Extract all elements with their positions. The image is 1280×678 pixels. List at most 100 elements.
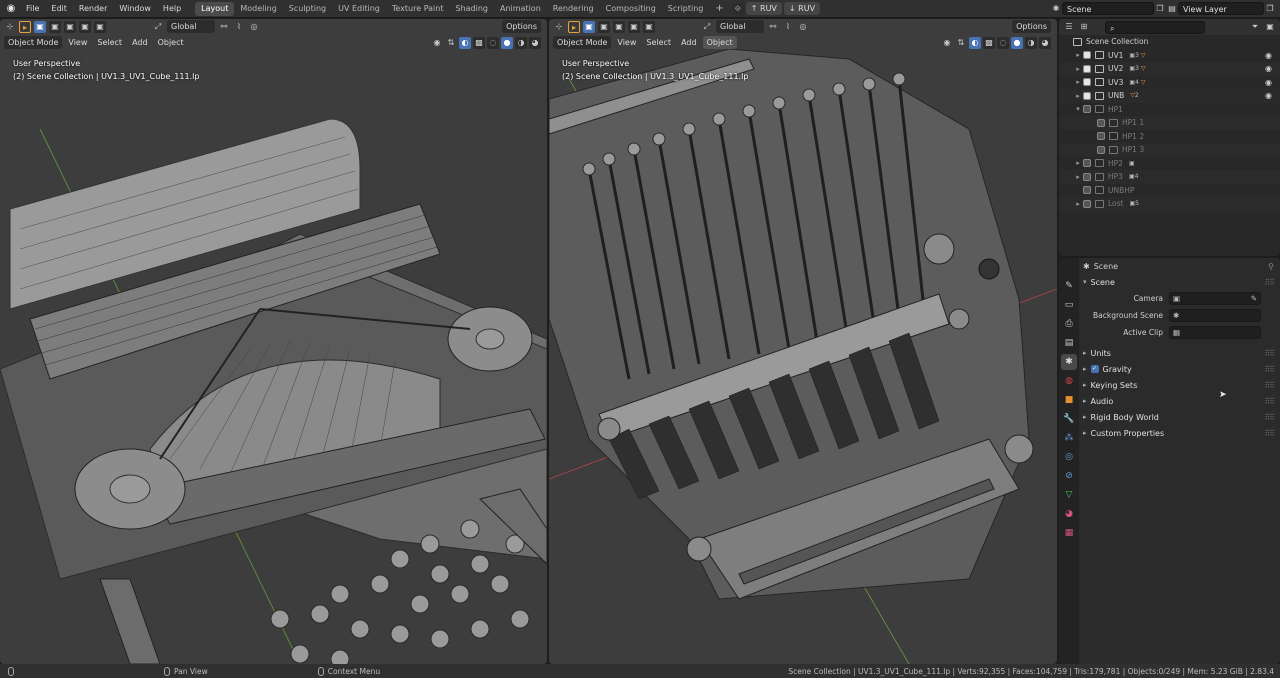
outliner-row-lost[interactable]: ▸ Lost ▣5 — [1059, 197, 1280, 211]
overlays-icon[interactable]: ◐ — [969, 36, 981, 49]
scene-selector[interactable]: Scene — [1062, 2, 1154, 15]
select-menu[interactable]: Select — [642, 36, 675, 49]
mode-dropdown[interactable]: Object Mode — [553, 36, 612, 49]
render-tab-icon[interactable]: ▭ — [1061, 297, 1077, 313]
exclude-checkbox[interactable] — [1097, 145, 1105, 154]
view-layer-icon[interactable]: ▤ — [1166, 3, 1178, 15]
pivot-icon[interactable]: ⚯ — [767, 21, 779, 33]
exclude-checkbox[interactable] — [1083, 64, 1091, 73]
expand-icon[interactable]: ▸ — [1073, 51, 1083, 59]
view-layer-tab-icon[interactable]: ▤ — [1061, 335, 1077, 351]
object-menu[interactable]: Object — [702, 36, 737, 49]
exclude-checkbox[interactable] — [1083, 199, 1091, 208]
gravity-checkbox[interactable]: ✓ — [1090, 365, 1099, 373]
active-clip-field[interactable]: ▦ — [1169, 326, 1261, 339]
overlays-icon[interactable]: ◐ — [459, 36, 471, 49]
wireframe-shading-icon[interactable]: ◌ — [997, 36, 1009, 49]
material-tab-icon[interactable]: ◕ — [1061, 506, 1077, 522]
exclude-checkbox[interactable] — [1083, 172, 1091, 181]
editor-type-icon[interactable]: ⊹ — [4, 21, 16, 33]
transform-orientation-dropdown[interactable]: Global — [716, 20, 764, 33]
select-tool-icon[interactable]: ▸ — [568, 20, 580, 33]
tab-layout[interactable]: Layout — [195, 1, 235, 16]
visibility-icon[interactable]: ◉ — [431, 37, 443, 49]
exclude-checkbox[interactable] — [1097, 118, 1105, 127]
drag-handle-icon[interactable]: ⠿⠿ — [1264, 413, 1275, 422]
gizmo-icon[interactable]: ⇅ — [445, 37, 457, 49]
add-menu[interactable]: Add — [677, 36, 701, 49]
select-intersect-icon[interactable]: ▣ — [94, 20, 106, 33]
tab-shading[interactable]: Shading — [449, 2, 494, 16]
scene-panel-header[interactable]: ▾ Scene ⠿⠿ — [1079, 274, 1280, 290]
mode-dropdown[interactable]: Object Mode — [4, 36, 63, 49]
world-tab-icon[interactable]: ◍ — [1061, 373, 1077, 389]
exclude-checkbox[interactable] — [1097, 132, 1105, 141]
audio-panel-header[interactable]: ▸ Audio ⠿⠿ — [1079, 393, 1280, 409]
new-collection-icon[interactable]: ▣ — [1264, 21, 1276, 33]
rigid-body-world-panel-header[interactable]: ▸ Rigid Body World ⠿⠿ — [1079, 409, 1280, 425]
add-workspace-button[interactable]: + — [709, 2, 729, 16]
outliner-row-uv2[interactable]: ▸ UV2 ▣3 ▽ ◉ — [1059, 62, 1280, 76]
tab-sculpting[interactable]: Sculpting — [283, 2, 332, 16]
copy-layer-icon[interactable]: ❐ — [1264, 3, 1276, 15]
transform-orientation-dropdown[interactable]: Global — [167, 20, 215, 33]
proportional-edit-icon[interactable]: ◎ — [797, 21, 809, 33]
options-dropdown[interactable]: Options — [1012, 20, 1051, 33]
tool-tab-icon[interactable]: ✎ — [1061, 278, 1077, 294]
outliner-row-uv3[interactable]: ▸ UV3 ▣4 ▽ ◉ — [1059, 76, 1280, 90]
units-panel-header[interactable]: ▸ Units ⠿⠿ — [1079, 345, 1280, 361]
select-tool-icon[interactable]: ▸ — [19, 20, 31, 33]
particles-tab-icon[interactable]: ⁂ — [1061, 430, 1077, 446]
menu-file[interactable]: File — [20, 0, 45, 18]
select-subtract-icon[interactable]: ▣ — [613, 20, 625, 33]
outliner-row-hp1-2[interactable]: HP1 2 — [1059, 130, 1280, 144]
select-subtract-icon[interactable]: ▣ — [64, 20, 76, 33]
scene-icon[interactable]: ✱ — [1050, 3, 1062, 15]
constraints-tab-icon[interactable]: ⊘ — [1061, 468, 1077, 484]
exclude-checkbox[interactable] — [1083, 78, 1091, 87]
exclude-checkbox[interactable] — [1083, 186, 1091, 195]
tab-uv-editing[interactable]: UV Editing — [332, 2, 386, 16]
eye-icon[interactable]: ◉ — [1265, 78, 1272, 87]
xray-icon[interactable]: ▩ — [473, 36, 485, 49]
exclude-checkbox[interactable] — [1083, 159, 1091, 168]
gravity-panel-header[interactable]: ▸ ✓ Gravity ⠿⠿ — [1079, 361, 1280, 377]
menu-render[interactable]: Render — [73, 0, 113, 18]
outliner-row-hp1[interactable]: ▾ HP1 — [1059, 103, 1280, 117]
outliner-root[interactable]: Scene Collection — [1059, 35, 1280, 49]
expand-icon[interactable]: ▸ — [1073, 173, 1083, 181]
drag-handle-icon[interactable]: ⠿⠿ — [1264, 397, 1275, 406]
blender-logo-icon[interactable]: ◉ — [2, 1, 20, 17]
select-menu[interactable]: Select — [93, 36, 126, 49]
drag-handle-icon[interactable]: ⠿⠿ — [1264, 278, 1275, 287]
visibility-icon[interactable]: ◉ — [941, 37, 953, 49]
select-invert-icon[interactable]: ▣ — [628, 20, 640, 33]
drag-handle-icon[interactable]: ⠿⠿ — [1264, 381, 1275, 390]
pivot-icon[interactable]: ⚯ — [218, 21, 230, 33]
exclude-checkbox[interactable] — [1083, 51, 1091, 60]
wireframe-shading-icon[interactable]: ◌ — [487, 36, 499, 49]
expand-icon[interactable]: ▸ — [1073, 159, 1083, 167]
menu-window[interactable]: Window — [113, 0, 157, 18]
data-tab-icon[interactable]: ▽ — [1061, 487, 1077, 503]
viewport-right[interactable]: ⊹ ▸ ▣ ▣ ▣ ▣ ▣ ⤢ Global ⚯ ⌇ ◎ Options Obj… — [549, 19, 1057, 664]
eye-icon[interactable]: ◉ — [1265, 64, 1272, 73]
menu-help[interactable]: Help — [157, 0, 187, 18]
outliner-search-input[interactable]: ⌕ — [1105, 20, 1205, 34]
keying-sets-panel-header[interactable]: ▸ Keying Sets ⠿⠿ — [1079, 377, 1280, 393]
outliner-row-unbhp[interactable]: UNBHP — [1059, 184, 1280, 198]
drag-handle-icon[interactable]: ⠿⠿ — [1264, 349, 1275, 358]
output-tab-icon[interactable]: ⎙ — [1061, 316, 1077, 332]
outliner-row-hp1-3[interactable]: HP1 3 — [1059, 143, 1280, 157]
tab-scripting[interactable]: Scripting — [662, 2, 710, 16]
select-extend-icon[interactable]: ▣ — [49, 20, 61, 33]
tab-rendering[interactable]: Rendering — [547, 2, 600, 16]
solid-shading-icon[interactable]: ● — [1011, 36, 1023, 49]
exclude-checkbox[interactable] — [1083, 91, 1091, 100]
select-box-icon[interactable]: ▣ — [34, 20, 46, 33]
object-tab-icon[interactable]: ■ — [1061, 392, 1077, 408]
modifier-tab-icon[interactable]: 🔧 — [1061, 411, 1077, 427]
physics-tab-icon[interactable]: ◎ — [1061, 449, 1077, 465]
custom-properties-panel-header[interactable]: ▸ Custom Properties ⠿⠿ — [1079, 425, 1280, 441]
expand-icon[interactable]: ▾ — [1073, 105, 1083, 113]
